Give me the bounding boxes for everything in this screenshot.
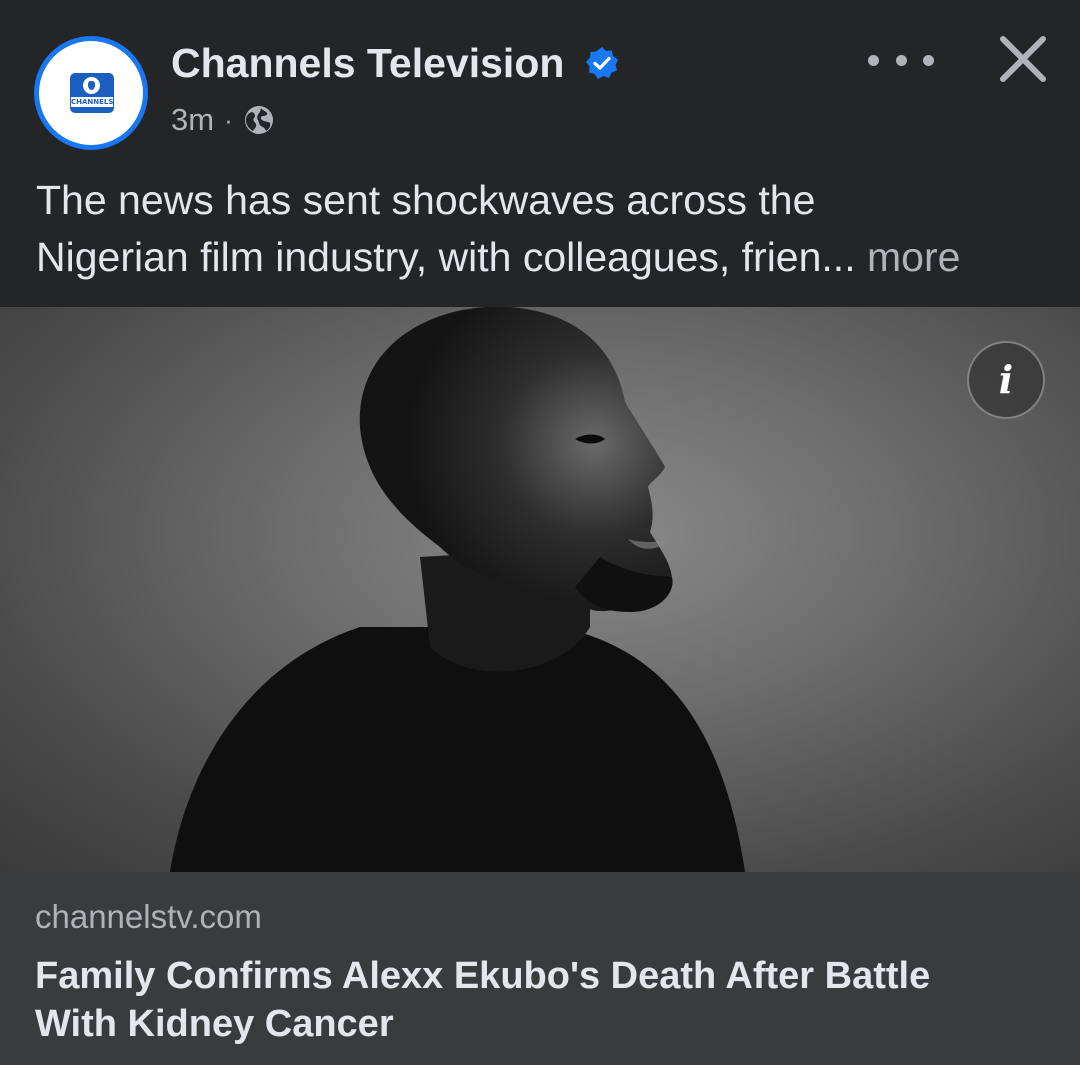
post-card: CHANNELS Channels Television 3m · The ne… — [0, 0, 1080, 1065]
caption-line-2-wrapper: Nigerian film industry, with colleagues,… — [36, 229, 1056, 286]
portrait-illustration — [170, 307, 745, 872]
link-headline: Family Confirms Alexx Ekubo's Death Afte… — [35, 952, 1035, 1048]
headline-line-1: Family Confirms Alexx Ekubo's Death Afte… — [35, 955, 931, 997]
headline-line-2: With Kidney Cancer — [35, 1003, 394, 1045]
channels-logo: CHANNELS — [39, 41, 143, 145]
logo-wordmark: CHANNELS — [71, 97, 114, 107]
post-timestamp[interactable]: 3m — [171, 102, 214, 138]
globe-icon — [244, 106, 273, 134]
logo-globe-icon — [83, 77, 100, 94]
channels-logo-mark: CHANNELS — [70, 73, 114, 113]
post-caption: The news has sent shockwaves across the … — [36, 172, 1056, 286]
link-preview[interactable]: channelstv.com Family Confirms Alexx Eku… — [0, 872, 1080, 1065]
caption-line-1: The news has sent shockwaves across the — [36, 177, 816, 223]
verified-badge-icon — [586, 47, 618, 79]
meta-separator: · — [224, 104, 233, 135]
see-more-link[interactable]: more — [867, 234, 960, 280]
post-meta: 3m · — [171, 100, 275, 140]
info-icon[interactable]: i — [967, 341, 1045, 419]
page-name-link[interactable]: Channels Television — [171, 40, 564, 86]
caption-line-2: Nigerian film industry, with colleagues,… — [36, 234, 856, 280]
more-options-icon[interactable] — [868, 40, 934, 80]
page-avatar[interactable]: CHANNELS — [34, 36, 148, 150]
close-icon[interactable] — [994, 30, 1052, 88]
article-photo[interactable] — [0, 307, 1080, 872]
link-domain: channelstv.com — [35, 898, 262, 935]
